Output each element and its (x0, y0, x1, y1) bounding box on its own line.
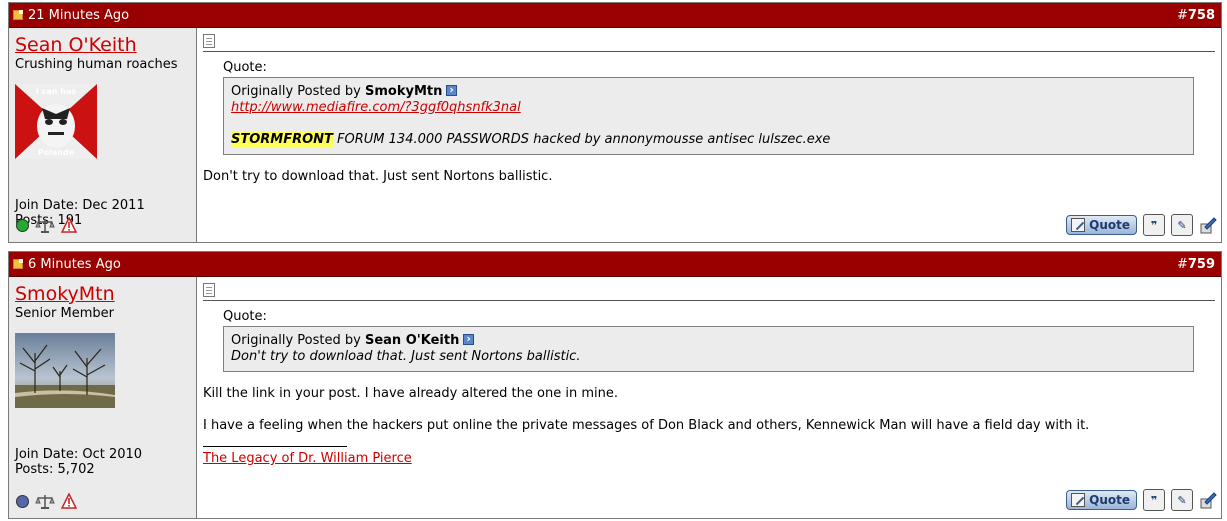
view-post-icon[interactable] (463, 331, 475, 347)
quote-button-label: Quote (1089, 218, 1130, 232)
post-timestamp: 6 Minutes Ago (28, 256, 121, 272)
post-header: 21 Minutes Ago #758 (9, 3, 1221, 28)
join-info: Join Date: Oct 2010 Posts: 5,702 (15, 447, 142, 477)
post-timestamp: 21 Minutes Ago (28, 7, 130, 23)
post-message: Don't try to download that. Just sent No… (203, 169, 553, 184)
highlighted-text: STORMFRONT (231, 132, 333, 147)
quote-posted-by: Originally Posted by (231, 333, 361, 348)
quote-block: Quote: Originally Posted by Sean O'Keith… (223, 309, 1194, 372)
post-content: Quote: Originally Posted by SmokyMtn htt… (197, 28, 1221, 242)
divider (203, 300, 1215, 301)
divider (203, 51, 1215, 52)
post-758: 21 Minutes Ago #758 Sean O'Keith Crushin… (8, 2, 1222, 243)
avatar[interactable]: I can has Polande (15, 84, 97, 159)
report-icon[interactable] (61, 217, 77, 233)
post-number-link[interactable]: #759 (1177, 257, 1215, 272)
multiquote-icon[interactable]: ❞ (1143, 489, 1165, 511)
post-count: Posts: 5,702 (15, 462, 95, 477)
join-date: Join Date: Dec 2011 (15, 198, 145, 213)
quote-button[interactable]: Quote (1066, 490, 1137, 510)
document-icon (203, 34, 215, 48)
user-info-panel: Sean O'Keith Crushing human roaches I ca… (9, 28, 197, 242)
quote-box: Originally Posted by SmokyMtn http://www… (223, 77, 1194, 155)
quote-button-icon (1071, 493, 1086, 507)
message-line-2: I have a feeling when the hackers put on… (203, 418, 1090, 433)
edit-icon[interactable] (1199, 215, 1217, 235)
quote-label: Quote: (223, 309, 267, 324)
online-status-icon (16, 218, 29, 232)
reputation-icon[interactable] (35, 217, 55, 233)
post-icon (13, 10, 23, 20)
post-759: 6 Minutes Ago #759 SmokyMtn Senior Membe… (8, 251, 1222, 519)
document-icon (203, 283, 215, 297)
quote-text: FORUM 134.000 PASSWORDS hacked by annony… (332, 132, 831, 147)
message-line-1: Kill the link in your post. I have alrea… (203, 386, 618, 401)
report-icon[interactable] (61, 493, 77, 509)
quote-author: Sean O'Keith (364, 333, 460, 348)
multiquote-icon[interactable]: ❞ (1143, 214, 1165, 236)
post-icon (13, 259, 23, 269)
user-info-panel: SmokyMtn Senior Member Join Date: Oct 20… (9, 277, 197, 518)
join-date: Join Date: Oct 2010 (15, 447, 143, 462)
post-header: 6 Minutes Ago #759 (9, 252, 1221, 277)
quote-text: Don't try to download that. Just sent No… (231, 349, 581, 364)
username-link[interactable]: Sean O'Keith (15, 34, 190, 56)
user-title: Senior Member (15, 306, 115, 321)
quoted-link[interactable]: http://www.mediafire.com/?3ggf0qhsnfk3na… (231, 100, 521, 115)
quote-label: Quote: (223, 60, 267, 75)
post-number-link[interactable]: #758 (1177, 8, 1215, 23)
svg-text:Polande: Polande (38, 148, 75, 157)
quote-box: Originally Posted by Sean O'Keith Don't … (223, 326, 1194, 372)
signature-link[interactable]: The Legacy of Dr. William Pierce (203, 451, 412, 467)
post-message: Kill the link in your post. I have alrea… (203, 386, 1215, 467)
quote-posted-by: Originally Posted by (231, 84, 361, 99)
reputation-icon[interactable] (35, 493, 55, 509)
edit-icon[interactable] (1199, 490, 1217, 510)
post-content: Quote: Originally Posted by Sean O'Keith… (197, 277, 1221, 518)
quote-block: Quote: Originally Posted by SmokyMtn htt… (223, 60, 1194, 155)
svg-text:I can has: I can has (36, 87, 76, 96)
quote-author: SmokyMtn (364, 84, 443, 99)
view-post-icon[interactable] (446, 82, 458, 98)
quick-reply-icon[interactable]: ✎ (1171, 214, 1193, 236)
user-title: Crushing human roaches (15, 57, 178, 72)
signature-divider (203, 446, 347, 447)
username-link[interactable]: SmokyMtn (15, 283, 190, 305)
quick-reply-icon[interactable]: ✎ (1171, 489, 1193, 511)
quote-button[interactable]: Quote (1066, 215, 1137, 235)
offline-status-icon (16, 494, 29, 508)
quote-button-icon (1071, 218, 1086, 232)
avatar[interactable] (15, 333, 115, 408)
quote-button-label: Quote (1089, 493, 1130, 507)
